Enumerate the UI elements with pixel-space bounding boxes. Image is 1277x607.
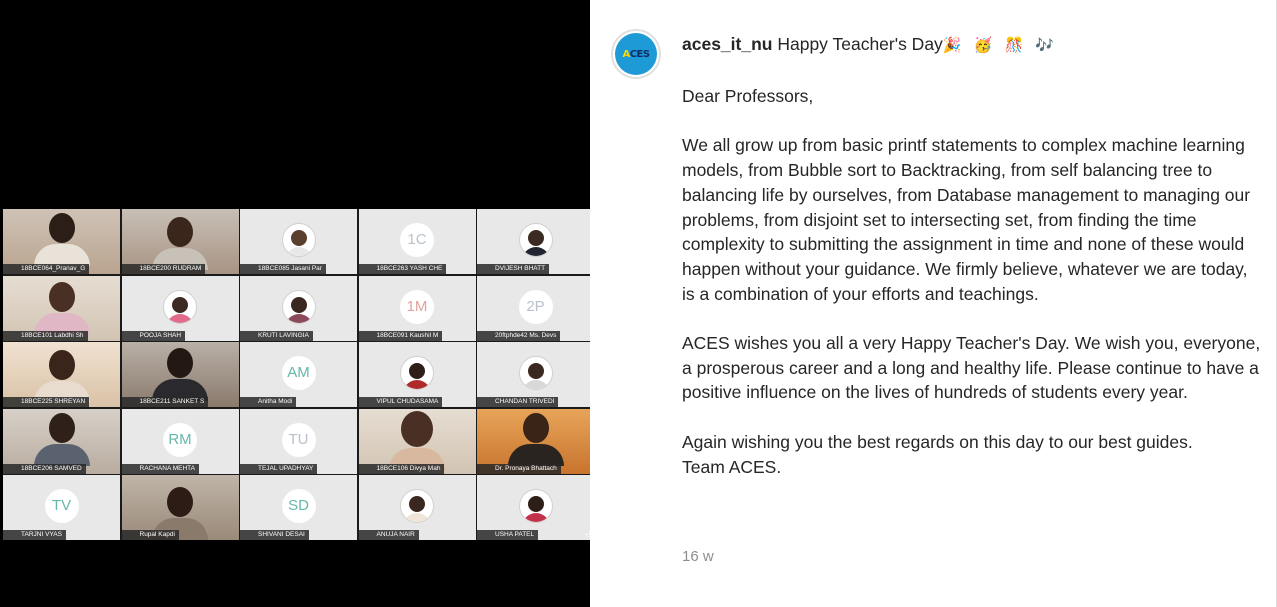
participant-avatar [400, 489, 434, 523]
post-caption: Dear Professors, We all grow up from bas… [682, 84, 1262, 479]
participant-initials: 1C [400, 223, 434, 257]
participant-name: Dr. Pronaya Bhattach [477, 463, 561, 474]
participant-name: CHANDAN TRIVEDI [477, 397, 559, 407]
participant-tile: 2P 20ftphde42 Ms. Devs [477, 275, 594, 341]
participant-initials: AM [281, 356, 316, 390]
participant-initials: 2P [518, 289, 553, 324]
caption-signoff: Team ACES. [682, 456, 782, 477]
participant-tile: 18BCE206 SAMVED [3, 408, 120, 474]
participant-video [152, 348, 208, 401]
participant-name: 18BCE106 Divya Mah [358, 463, 445, 474]
participant-tile: 18BCE200 RUDRAM [121, 209, 239, 274]
participant-video [33, 350, 90, 403]
participant-tile: TU TEJAL UPADHYAY [240, 408, 357, 474]
participant-name: RACHANA MEHTA [121, 463, 199, 474]
participant-tile: RM RACHANA MEHTA [121, 408, 239, 474]
participant-avatar [281, 289, 316, 324]
participant-name: TARJNI VYAS [3, 530, 66, 540]
participant-name: DVIJESH BHATT [477, 264, 550, 274]
participant-video [152, 217, 208, 270]
participant-initials: TU [281, 422, 316, 457]
participant-video [33, 213, 90, 266]
participant-tile: DVIJESH BHATT [477, 209, 594, 274]
post-title: Happy Teacher's Day [777, 34, 943, 54]
participant-name: TEJAL UPADHYAY [240, 463, 318, 474]
post-media[interactable]: 18BCE064_Pranav_G 18BCE200 RUDRAM 18BCE0… [0, 0, 594, 607]
participant-tile: 1C 18BCE263 YASH CHE [358, 209, 476, 274]
participant-name: 18BCE200 RUDRAM [121, 264, 206, 274]
participant-tile: POOJA SHAH [121, 275, 239, 341]
post-timestamp[interactable]: 16 w [682, 548, 714, 565]
caption-paragraph: We all grow up from basic printf stateme… [682, 135, 1251, 304]
participant-tile: USHA PATEL +5 [477, 475, 594, 540]
participant-video [33, 281, 90, 335]
participant-initials: SD [281, 489, 316, 523]
participant-name: SHIVANI DESAI [240, 530, 309, 540]
profile-avatar[interactable]: ACES [611, 29, 661, 79]
participant-tile: 18BCE101 Labdhi Sh [3, 275, 120, 341]
participant-name: 18BCE091 Kaushil M [358, 330, 443, 341]
participant-name: 18BCE064_Pranav_G [3, 264, 90, 274]
celebration-emojis: 🎉 🥳 🎊 🎶 [942, 37, 1059, 54]
participant-name: 18BCE225 SHREYAN [3, 397, 90, 407]
participant-video [507, 412, 564, 466]
participant-tile: TV TARJNI VYAS [3, 475, 120, 540]
aces-logo: ACES [615, 33, 657, 75]
participant-avatar [518, 356, 553, 390]
participant-tile: 18BCE225 SHREYAN [3, 342, 120, 407]
participant-tile: CHANDAN TRIVEDI [477, 342, 594, 407]
participant-initials: 1M [400, 289, 434, 324]
participant-video [33, 412, 90, 466]
participant-tile: ANUJA NAIR [358, 475, 476, 540]
participant-tile: 18BCE064_Pranav_G [3, 209, 120, 274]
participant-avatar [281, 223, 316, 257]
participant-tile: KRUTI LAVINGIA [240, 275, 357, 341]
participant-name: 18BCE085 Jasani Par [240, 264, 326, 274]
participant-avatar [400, 356, 434, 390]
participant-name: ANUJA NAIR [358, 530, 419, 540]
caption-paragraph: ACES wishes you all a very Happy Teacher… [682, 333, 1261, 403]
participant-tile: AM Anitha Modi [240, 342, 357, 407]
participant-initials: TV [44, 489, 79, 523]
participant-video [389, 410, 445, 470]
participant-tile: 18BCE211 SANKET S [121, 342, 239, 407]
post-header: aces_it_nu Happy Teacher's Day🎉 🥳 🎊 🎶 [682, 34, 1058, 55]
username-link[interactable]: aces_it_nu [682, 34, 772, 54]
participant-tile: 18BCE085 Jasani Par [240, 209, 357, 274]
meeting-gallery: 18BCE064_Pranav_G 18BCE200 RUDRAM 18BCE0… [3, 209, 594, 540]
participant-tile: 1M 18BCE091 Kaushil M [358, 275, 476, 341]
participant-name: USHA PATEL [477, 530, 539, 540]
participant-initials: RM [163, 422, 197, 457]
participant-tile: Rupal Kapdi [121, 475, 239, 540]
caption-greeting: Dear Professors, [682, 86, 814, 106]
participant-name: 20ftphde42 Ms. Devs [477, 330, 561, 341]
participant-name: Anitha Modi [240, 397, 297, 407]
participant-name: VIPUL CHUDASAMA [358, 397, 443, 407]
participant-tile: VIPUL CHUDASAMA [358, 342, 476, 407]
participant-name: KRUTI LAVINGIA [240, 330, 313, 341]
participant-tile: 18BCE106 Divya Mah [358, 408, 476, 474]
participant-name: Rupal Kapdi [121, 530, 179, 540]
participant-avatar [518, 489, 553, 523]
participant-name: 18BCE263 YASH CHE [358, 264, 447, 274]
participant-name: POOJA SHAH [121, 330, 186, 341]
participant-tile: Dr. Pronaya Bhattach [477, 408, 594, 474]
participant-name: 18BCE211 SANKET S [121, 397, 209, 407]
participant-avatar [163, 289, 197, 324]
participant-avatar [518, 223, 553, 257]
post-caption-pane: ACES aces_it_nu Happy Teacher's Day🎉 🥳 🎊… [590, 0, 1277, 607]
participant-name: 18BCE206 SAMVED [3, 463, 86, 474]
participant-name: 18BCE101 Labdhi Sh [3, 330, 88, 341]
participant-tile: SD SHIVANI DESAI [240, 475, 357, 540]
caption-paragraph: Again wishing you the best regards on th… [682, 431, 1193, 452]
